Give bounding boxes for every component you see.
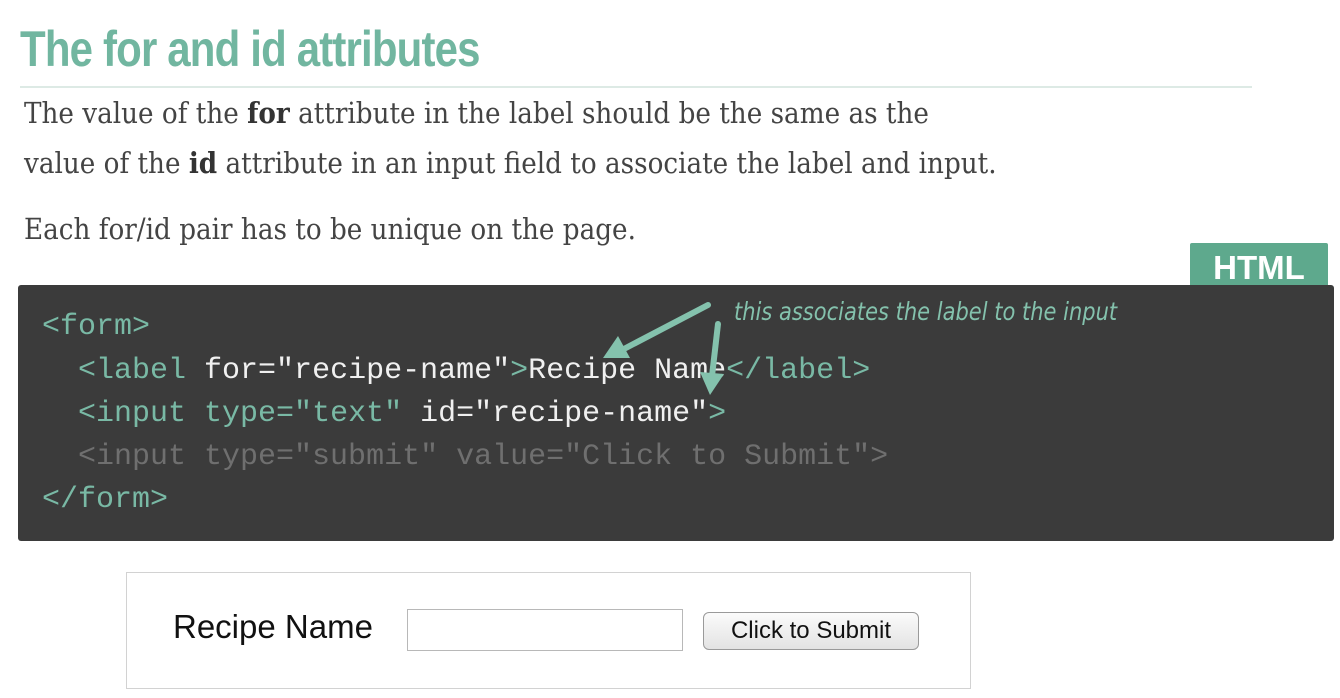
rendered-form-preview: Recipe Name Click to Submit	[126, 572, 971, 689]
arrow-to-for-icon	[603, 302, 711, 358]
recipe-name-label[interactable]: Recipe Name	[173, 605, 373, 649]
submit-button[interactable]: Click to Submit	[703, 612, 919, 650]
arrow-to-id-icon	[700, 321, 724, 395]
recipe-name-input[interactable]	[407, 609, 683, 651]
